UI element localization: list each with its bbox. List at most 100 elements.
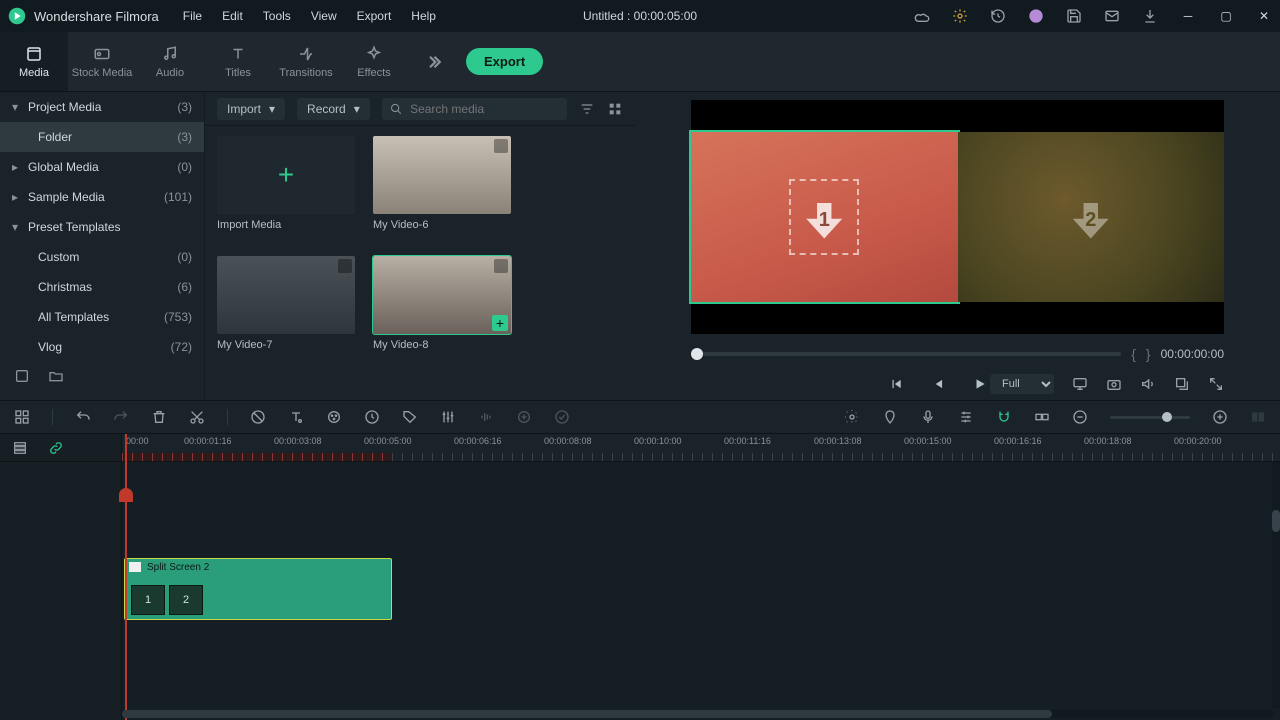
tab-transitions[interactable]: Transitions bbox=[272, 32, 340, 91]
sidebar-item-sample-media[interactable]: ▸Sample Media(101) bbox=[0, 182, 204, 212]
ripple-icon[interactable] bbox=[1034, 409, 1050, 425]
tag-tool[interactable] bbox=[402, 409, 418, 425]
timeline-ruler[interactable]: 00:00 00:00:01:16 00:00:03:08 00:00:05:0… bbox=[122, 434, 1280, 462]
sidebar-label: Custom bbox=[38, 250, 79, 264]
timeline-hscrollbar[interactable] bbox=[122, 710, 1274, 718]
add-to-timeline-button[interactable]: + bbox=[492, 315, 508, 331]
search-media[interactable] bbox=[382, 98, 567, 120]
grid-view-icon[interactable] bbox=[607, 101, 623, 117]
track-manager-icon[interactable] bbox=[12, 440, 28, 456]
sidebar-item-preset-templates[interactable]: ▾Preset Templates bbox=[0, 212, 204, 242]
menu-help[interactable]: Help bbox=[411, 9, 436, 23]
snapshot-icon[interactable] bbox=[1106, 376, 1122, 392]
import-media-tile[interactable]: + Import Media bbox=[217, 136, 355, 248]
sidebar-item-vlog[interactable]: Vlog(72) bbox=[0, 332, 204, 362]
menu-export[interactable]: Export bbox=[357, 9, 392, 23]
tab-media[interactable]: Media bbox=[0, 32, 68, 91]
menu-tools[interactable]: Tools bbox=[263, 9, 291, 23]
adjustments-tool[interactable] bbox=[440, 409, 456, 425]
sidebar-item-folder[interactable]: Folder(3) bbox=[0, 122, 204, 152]
search-input[interactable] bbox=[410, 102, 559, 116]
new-folder-icon[interactable] bbox=[48, 368, 64, 384]
history-icon[interactable] bbox=[990, 8, 1006, 24]
gear-icon[interactable] bbox=[952, 8, 968, 24]
preview-timecode: 00:00:00:00 bbox=[1161, 347, 1224, 361]
redo-button[interactable] bbox=[113, 409, 129, 425]
tab-audio[interactable]: Audio bbox=[136, 32, 204, 91]
timeline-playhead[interactable] bbox=[125, 434, 127, 720]
volume-icon[interactable] bbox=[1140, 376, 1156, 392]
media-clip[interactable]: My Video-6 bbox=[373, 136, 511, 248]
tab-stock-media[interactable]: Stock Media bbox=[68, 32, 136, 91]
color-tool[interactable] bbox=[326, 409, 342, 425]
titlebar: Wondershare Filmora File Edit Tools View… bbox=[0, 0, 1280, 32]
sidebar-item-custom[interactable]: Custom(0) bbox=[0, 242, 204, 272]
hscroll-thumb[interactable] bbox=[122, 710, 1052, 718]
menu-edit[interactable]: Edit bbox=[222, 9, 243, 23]
folder-icon[interactable] bbox=[14, 368, 30, 384]
timeline-clip-split-screen[interactable]: Split Screen 2 1 2 bbox=[124, 558, 392, 620]
mail-icon[interactable] bbox=[1104, 8, 1120, 24]
undo-button[interactable] bbox=[75, 409, 91, 425]
sidebar-item-christmas[interactable]: Christmas(6) bbox=[0, 272, 204, 302]
vscroll-thumb[interactable] bbox=[1272, 510, 1280, 532]
menu-file[interactable]: File bbox=[183, 9, 202, 23]
sync-tool[interactable] bbox=[554, 409, 570, 425]
tab-titles[interactable]: Titles bbox=[204, 32, 272, 91]
expand-icon[interactable] bbox=[1208, 376, 1224, 392]
media-clip-selected[interactable]: + My Video-8 bbox=[373, 256, 511, 368]
sidebar-item-global-media[interactable]: ▸Global Media(0) bbox=[0, 152, 204, 182]
clip-slot[interactable]: 2 bbox=[169, 585, 203, 615]
cut-button[interactable] bbox=[189, 409, 205, 425]
media-clip[interactable]: My Video-7 bbox=[217, 256, 355, 368]
save-icon[interactable] bbox=[1066, 8, 1082, 24]
text-tool[interactable] bbox=[288, 409, 304, 425]
cloud-icon[interactable] bbox=[914, 8, 930, 24]
layout-icon[interactable] bbox=[14, 409, 30, 425]
preview-quality-select[interactable]: Full bbox=[990, 374, 1054, 394]
zoom-out-button[interactable] bbox=[1072, 409, 1088, 425]
menu-view[interactable]: View bbox=[311, 9, 337, 23]
sidebar-item-project-media[interactable]: ▾Project Media(3) bbox=[0, 92, 204, 122]
timeline-tracks[interactable]: Split Screen 2 1 2 bbox=[122, 462, 1274, 708]
timeline-zoom-slider[interactable] bbox=[1110, 416, 1190, 419]
preview-dropzone-1[interactable]: 1 bbox=[691, 132, 958, 302]
avatar-icon[interactable] bbox=[1028, 8, 1044, 24]
keyframe-tool[interactable] bbox=[516, 409, 532, 425]
timeline-vscrollbar[interactable] bbox=[1272, 462, 1280, 708]
window-maximize[interactable]: ▢ bbox=[1218, 8, 1234, 24]
play-backward-button[interactable] bbox=[931, 377, 945, 391]
preview-dropzone-2[interactable]: 2 bbox=[958, 132, 1225, 302]
zoom-in-button[interactable] bbox=[1212, 409, 1228, 425]
magnet-snap-icon[interactable] bbox=[996, 409, 1012, 425]
render-preview-icon[interactable] bbox=[844, 409, 860, 425]
filter-icon[interactable] bbox=[579, 101, 595, 117]
play-button[interactable] bbox=[973, 377, 987, 391]
download-icon[interactable] bbox=[1142, 8, 1158, 24]
speed-tool[interactable] bbox=[364, 409, 380, 425]
preview-scrubber[interactable] bbox=[691, 352, 1121, 356]
preview-canvas[interactable]: 1 2 bbox=[691, 100, 1224, 334]
voiceover-icon[interactable] bbox=[920, 409, 936, 425]
import-dropdown[interactable]: Import▾ bbox=[217, 98, 285, 120]
marker-icon[interactable] bbox=[882, 409, 898, 425]
mark-in-button[interactable]: { bbox=[1131, 346, 1136, 362]
mark-out-button[interactable]: } bbox=[1146, 346, 1151, 362]
fit-zoom-button[interactable] bbox=[1250, 409, 1266, 425]
sidebar-item-all-templates[interactable]: All Templates(753) bbox=[0, 302, 204, 332]
more-tabs-arrow[interactable] bbox=[408, 53, 458, 71]
record-dropdown[interactable]: Record▾ bbox=[297, 98, 370, 120]
window-close[interactable]: ✕ bbox=[1256, 8, 1272, 24]
window-minimize[interactable]: ─ bbox=[1180, 8, 1196, 24]
prev-frame-button[interactable] bbox=[889, 377, 903, 391]
crop-button[interactable] bbox=[250, 409, 266, 425]
clip-slot[interactable]: 1 bbox=[131, 585, 165, 615]
mixer-icon[interactable] bbox=[958, 409, 974, 425]
audio-levels-tool[interactable] bbox=[478, 409, 494, 425]
tab-effects[interactable]: Effects bbox=[340, 32, 408, 91]
delete-button[interactable] bbox=[151, 409, 167, 425]
monitor-icon[interactable] bbox=[1072, 376, 1088, 392]
link-icon[interactable] bbox=[48, 440, 64, 456]
export-button[interactable]: Export bbox=[466, 48, 543, 75]
detach-icon[interactable] bbox=[1174, 376, 1190, 392]
